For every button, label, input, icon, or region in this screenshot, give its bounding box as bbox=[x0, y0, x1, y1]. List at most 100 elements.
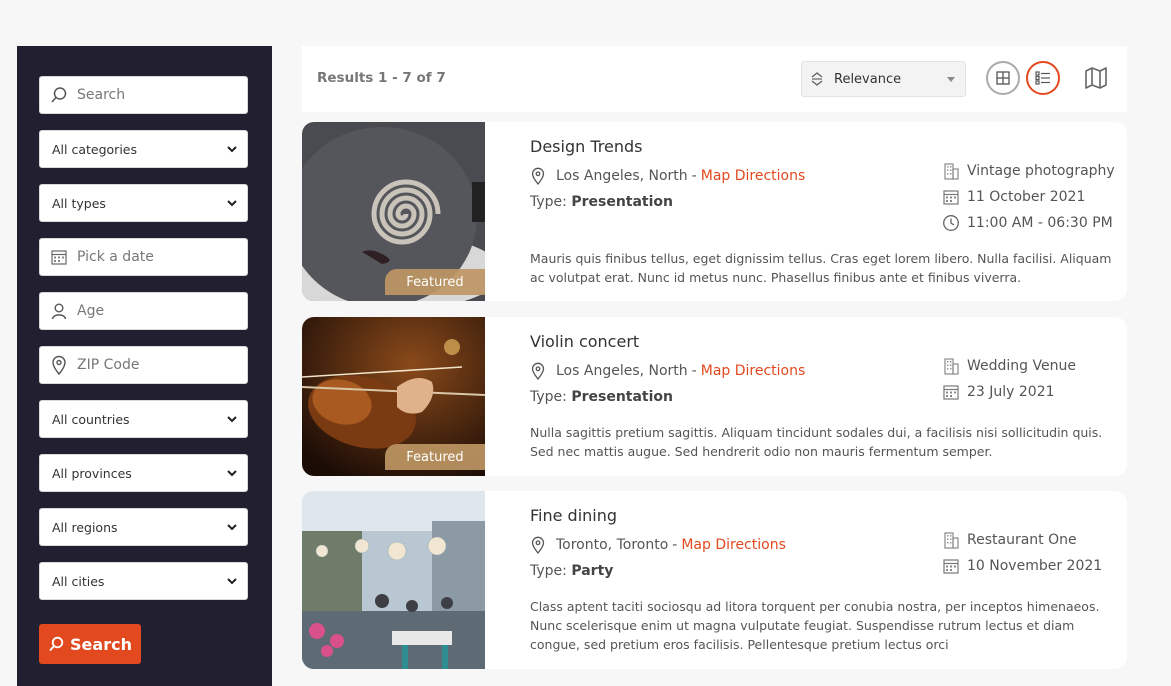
type-value: Party bbox=[571, 563, 614, 579]
listing-venue: Vintage photography bbox=[942, 162, 1115, 180]
building-icon bbox=[944, 532, 959, 549]
listing-time: 11:00 AM - 06:30 PM bbox=[942, 214, 1113, 232]
location-text: Los Angeles, North bbox=[556, 168, 688, 184]
chevron-down-icon bbox=[227, 200, 237, 207]
list-icon bbox=[1035, 71, 1050, 85]
listing-card[interactable]: Featured Design Trends Los Angeles, Nort… bbox=[302, 122, 1127, 301]
listing-location: Los Angeles, North - Map Directions bbox=[530, 167, 805, 185]
date-text: 23 July 2021 bbox=[967, 384, 1055, 400]
map-pin-icon bbox=[531, 362, 545, 380]
date-text: 10 November 2021 bbox=[967, 558, 1103, 574]
provinces-select[interactable]: All provinces bbox=[39, 454, 248, 492]
calendar-icon bbox=[943, 190, 959, 205]
listing-type: Type: Presentation bbox=[530, 194, 673, 210]
calendar-icon bbox=[49, 247, 69, 267]
venue-text: Vintage photography bbox=[967, 163, 1115, 179]
results-toolbar: Results 1 - 7 of 7 Relevance bbox=[302, 46, 1127, 112]
regions-select[interactable]: All regions bbox=[39, 508, 248, 546]
cities-value: All cities bbox=[52, 573, 105, 589]
countries-select[interactable]: All countries bbox=[39, 400, 248, 438]
type-label: Type: bbox=[530, 194, 567, 210]
chevron-down-icon bbox=[227, 416, 237, 423]
location-text: Toronto, Toronto bbox=[556, 537, 669, 553]
sort-select[interactable]: Relevance bbox=[801, 61, 966, 97]
chevron-down-icon bbox=[227, 578, 237, 585]
types-select[interactable]: All types bbox=[39, 184, 248, 222]
map-pin-icon bbox=[531, 536, 545, 554]
listing-location: Toronto, Toronto - Map Directions bbox=[530, 536, 786, 554]
calendar-icon bbox=[943, 385, 959, 400]
listing-type: Type: Party bbox=[530, 563, 613, 579]
listing-image[interactable]: Featured bbox=[302, 122, 485, 301]
building-icon bbox=[944, 358, 959, 375]
map-directions-link[interactable]: Map Directions bbox=[701, 363, 806, 379]
venue-text: Wedding Venue bbox=[967, 358, 1076, 374]
search-button-label: Search bbox=[70, 634, 132, 654]
venue-text: Restaurant One bbox=[967, 532, 1077, 548]
building-icon bbox=[944, 163, 959, 180]
search-icon bbox=[49, 636, 64, 652]
date-picker-input[interactable]: Pick a date bbox=[39, 238, 248, 276]
listing-type: Type: Presentation bbox=[530, 389, 673, 405]
date-text: 11 October 2021 bbox=[967, 189, 1086, 205]
listing-venue: Wedding Venue bbox=[942, 357, 1076, 375]
clock-icon bbox=[943, 215, 959, 231]
featured-badge: Featured bbox=[385, 269, 485, 295]
regions-value: All regions bbox=[52, 519, 118, 535]
date-placeholder: Pick a date bbox=[77, 249, 154, 265]
user-icon bbox=[49, 301, 69, 321]
calendar-icon bbox=[943, 559, 959, 574]
type-value: Presentation bbox=[571, 194, 673, 210]
featured-badge: Featured bbox=[385, 444, 485, 470]
listing-image[interactable] bbox=[302, 491, 485, 669]
provinces-value: All provinces bbox=[52, 465, 132, 481]
listing-title[interactable]: Design Trends bbox=[530, 137, 642, 156]
chevron-down-icon bbox=[227, 470, 237, 477]
search-placeholder: Search bbox=[77, 87, 126, 103]
categories-select[interactable]: All categories bbox=[39, 130, 248, 168]
map-directions-link[interactable]: Map Directions bbox=[681, 537, 786, 553]
caret-down-icon bbox=[947, 76, 955, 82]
results-count: Results 1 - 7 of 7 bbox=[317, 70, 446, 86]
map-directions-link[interactable]: Map Directions bbox=[701, 168, 806, 184]
age-input[interactable]: Age bbox=[39, 292, 248, 330]
filter-sidebar: Search All categories All types Pick a d… bbox=[17, 46, 272, 686]
type-label: Type: bbox=[530, 389, 567, 405]
zip-placeholder: ZIP Code bbox=[77, 357, 140, 373]
location-text: Los Angeles, North bbox=[556, 363, 688, 379]
listing-location: Los Angeles, North - Map Directions bbox=[530, 362, 805, 380]
type-value: Presentation bbox=[571, 389, 673, 405]
separator: - bbox=[672, 537, 678, 553]
search-input[interactable]: Search bbox=[39, 76, 248, 114]
types-value: All types bbox=[52, 195, 106, 211]
sort-icon bbox=[811, 72, 823, 86]
listing-title[interactable]: Fine dining bbox=[530, 506, 617, 525]
listing-description: Mauris quis finibus tellus, eget digniss… bbox=[530, 251, 1112, 285]
countries-value: All countries bbox=[52, 411, 130, 427]
map-pin-icon bbox=[49, 355, 69, 375]
cities-select[interactable]: All cities bbox=[39, 562, 248, 600]
separator: - bbox=[691, 363, 697, 379]
search-button[interactable]: Search bbox=[39, 624, 141, 664]
listing-venue: Restaurant One bbox=[942, 531, 1077, 549]
sort-value: Relevance bbox=[834, 71, 902, 87]
listing-date: 11 October 2021 bbox=[942, 188, 1085, 206]
listing-card[interactable]: Fine dining Toronto, Toronto - Map Direc… bbox=[302, 491, 1127, 669]
grid-icon bbox=[996, 71, 1010, 85]
chevron-down-icon bbox=[227, 146, 237, 153]
grid-view-button[interactable] bbox=[986, 61, 1020, 95]
listing-date: 23 July 2021 bbox=[942, 383, 1055, 401]
listing-title[interactable]: Violin concert bbox=[530, 332, 639, 351]
categories-value: All categories bbox=[52, 141, 137, 157]
type-label: Type: bbox=[530, 563, 567, 579]
age-placeholder: Age bbox=[77, 303, 105, 319]
zip-code-input[interactable]: ZIP Code bbox=[39, 346, 248, 384]
listing-image[interactable]: Featured bbox=[302, 317, 485, 476]
listing-description: Class aptent taciti sociosqu ad litora t… bbox=[530, 599, 1100, 652]
chevron-down-icon bbox=[227, 524, 237, 531]
map-view-icon[interactable] bbox=[1084, 66, 1108, 90]
listing-date: 10 November 2021 bbox=[942, 557, 1102, 575]
list-view-button[interactable] bbox=[1026, 61, 1060, 95]
search-icon bbox=[49, 85, 69, 105]
listing-card[interactable]: Featured Violin concert Los Angeles, Nor… bbox=[302, 317, 1127, 476]
